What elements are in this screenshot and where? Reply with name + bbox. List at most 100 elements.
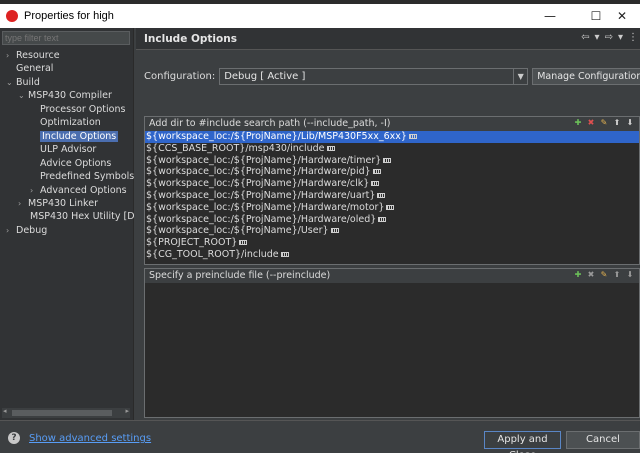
add-icon[interactable]: ✚ [573, 270, 583, 280]
include-path-text: ${workspace_loc:/${ProjName}/Hardware/pi… [146, 166, 371, 178]
content-pane: Include Options ⇦ ▾ ⇨ ▾ ⋮ Configuration:… [136, 28, 640, 420]
move-down-icon[interactable]: ⬇ [625, 270, 635, 280]
list-item[interactable]: ${workspace_loc:/${ProjName}/Lib/MSP430F… [145, 131, 639, 143]
back-menu-icon[interactable]: ▾ [595, 32, 600, 43]
filter-input[interactable] [2, 31, 130, 45]
list-item[interactable]: ${CCS_BASE_ROOT}/msp430/include [145, 143, 639, 155]
tree-item[interactable]: MSP430 Hex Utility [Dis [30, 210, 134, 223]
tree-item[interactable]: › Debug [6, 224, 47, 237]
list-item[interactable]: ${workspace_loc:/${ProjName}/User} [145, 225, 639, 237]
delete-icon[interactable]: ✖ [586, 270, 596, 280]
add-icon[interactable]: ✚ [573, 118, 583, 128]
view-menu-icon[interactable]: ⋮ [628, 32, 638, 43]
property-tree: › Resource General ⌄ Build ⌄ MSP430 Compiler Pr… [0, 49, 134, 409]
include-path-text: ${workspace_loc:/${ProjName}/Hardware/ua… [146, 189, 376, 201]
include-path-text: ${workspace_loc:/${ProjName}/Hardware/ol… [146, 213, 377, 225]
list-item[interactable]: ${workspace_loc:/${ProjName}/Hardware/pi… [145, 166, 639, 178]
chevron-down-icon[interactable]: ⌄ [6, 76, 16, 89]
tree-horizontal-scrollbar[interactable]: ◂ ▸ [2, 407, 130, 418]
tree-item-label: Predefined Symbols [40, 171, 134, 183]
include-path-text: ${workspace_loc:/${ProjName}/Hardware/mo… [146, 201, 385, 213]
ellipsis-icon [239, 240, 248, 246]
tree-item[interactable]: Advice Options [40, 157, 111, 170]
configuration-label: Configuration: [144, 71, 216, 82]
include-path-text: ${workspace_loc:/${ProjName}/Hardware/cl… [146, 178, 370, 190]
tree-item-label: Build [16, 76, 40, 88]
scroll-left-arrow-icon[interactable]: ◂ [3, 407, 7, 415]
tree-item[interactable]: › Resource [6, 49, 60, 62]
minimize-button[interactable]: — [532, 4, 568, 28]
configuration-row: Configuration: Debug [ Active ] ▼ Manage… [144, 68, 640, 85]
list-item[interactable]: ${PROJECT_ROOT} [145, 237, 639, 249]
edit-icon[interactable]: ✎ [599, 270, 609, 280]
ellipsis-icon [383, 157, 392, 163]
include-path-section: Add dir to #include search path (--inclu… [144, 116, 640, 265]
close-button[interactable]: ✕ [604, 4, 640, 28]
tree-item-label: Include Options [40, 130, 119, 142]
move-up-icon[interactable]: ⬆ [612, 270, 622, 280]
list-item[interactable]: ${workspace_loc:/${ProjName}/Hardware/cl… [145, 178, 639, 190]
forward-menu-icon[interactable]: ▾ [618, 32, 623, 43]
show-advanced-settings-link[interactable]: Show advanced settings [29, 433, 151, 444]
list-item[interactable]: ${workspace_loc:/${ProjName}/Hardware/ol… [145, 214, 639, 226]
tree-item[interactable]: ⌄ Build [6, 76, 40, 89]
dialog-footer: ? Show advanced settings Apply and Close… [0, 420, 640, 453]
ellipsis-icon [371, 181, 380, 187]
tree-item-label: Debug [16, 224, 48, 236]
include-path-text: ${CCS_BASE_ROOT}/msp430/include [146, 142, 325, 154]
include-path-text: ${CG_TOOL_ROOT}/include [146, 248, 279, 260]
scrollbar-thumb[interactable] [12, 410, 112, 416]
list-item[interactable]: ${workspace_loc:/${ProjName}/Hardware/ua… [145, 190, 639, 202]
preinclude-title: Specify a preinclude file (--preinclude) [149, 270, 331, 281]
help-icon[interactable]: ? [8, 432, 20, 444]
scroll-right-arrow-icon[interactable]: ▸ [125, 407, 129, 415]
tree-item[interactable]: ULP Advisor [40, 143, 96, 156]
chevron-down-icon[interactable]: ⌄ [18, 89, 28, 102]
tree-item[interactable]: ⌄ MSP430 Compiler [18, 89, 112, 102]
chevron-right-icon[interactable]: › [18, 197, 28, 210]
tree-item[interactable]: General [16, 62, 53, 75]
cancel-button[interactable]: Cancel [566, 431, 640, 449]
ellipsis-icon [408, 134, 417, 139]
tree-item-label: MSP430 Hex Utility [Dis [30, 211, 134, 223]
tree-item[interactable]: Optimization [40, 116, 101, 129]
include-path-text: ${workspace_loc:/${ProjName}/Hardware/ti… [146, 154, 382, 166]
list-item[interactable]: ${workspace_loc:/${ProjName}/Hardware/ti… [145, 155, 639, 167]
move-up-icon[interactable]: ⬆ [612, 118, 622, 128]
include-path-text: ${PROJECT_ROOT} [146, 237, 238, 249]
configuration-select[interactable]: Debug [ Active ] ▼ [219, 68, 529, 85]
include-path-text: ${workspace_loc:/${ProjName}/Lib/MSP430F… [146, 131, 407, 142]
app-icon [6, 10, 18, 22]
ellipsis-icon [377, 192, 386, 198]
back-arrow-icon[interactable]: ⇦ [581, 32, 589, 43]
tree-item[interactable]: Predefined Symbols [40, 170, 134, 183]
move-down-icon[interactable]: ⬇ [625, 118, 635, 128]
tree-item[interactable]: › Advanced Options [30, 184, 127, 197]
include-path-list[interactable]: ${workspace_loc:/${ProjName}/Lib/MSP430F… [145, 131, 639, 264]
edit-icon[interactable]: ✎ [599, 118, 609, 128]
page-nav: ⇦ ▾ ⇨ ▾ ⋮ [581, 32, 638, 43]
apply-and-close-button[interactable]: Apply and Close [484, 431, 561, 453]
list-item[interactable]: ${CG_TOOL_ROOT}/include [145, 249, 639, 261]
forward-arrow-icon[interactable]: ⇨ [605, 32, 613, 43]
list-item[interactable]: ${workspace_loc:/${ProjName}/Hardware/mo… [145, 202, 639, 214]
chevron-right-icon[interactable]: › [30, 184, 40, 197]
tree-item[interactable]: › MSP430 Linker [18, 197, 98, 210]
tree-item-label: ULP Advisor [40, 144, 97, 156]
page-title: Include Options [144, 33, 237, 45]
tree-item-label: MSP430 Linker [28, 197, 98, 209]
ellipsis-icon [386, 204, 395, 210]
preinclude-section: Specify a preinclude file (--preinclude)… [144, 268, 640, 418]
preinclude-list[interactable] [145, 283, 639, 417]
tree-item[interactable]: Processor Options [40, 103, 125, 116]
chevron-right-icon[interactable]: › [6, 224, 16, 237]
preinclude-toolbar: ✚ ✖ ✎ ⬆ ⬇ [573, 270, 635, 280]
ellipsis-icon [378, 216, 387, 222]
chevron-down-icon[interactable]: ▼ [513, 69, 527, 84]
navigation-pane: ›ResourceGeneral⌄Build⌄MSP430 CompilerPr… [0, 28, 134, 420]
delete-icon[interactable]: ✖ [586, 118, 596, 128]
chevron-right-icon[interactable]: › [6, 49, 16, 62]
include-path-title: Add dir to #include search path (--inclu… [149, 118, 391, 129]
tree-item[interactable]: Include Options [40, 130, 119, 143]
manage-configurations-button[interactable]: Manage Configurations... [532, 68, 640, 85]
